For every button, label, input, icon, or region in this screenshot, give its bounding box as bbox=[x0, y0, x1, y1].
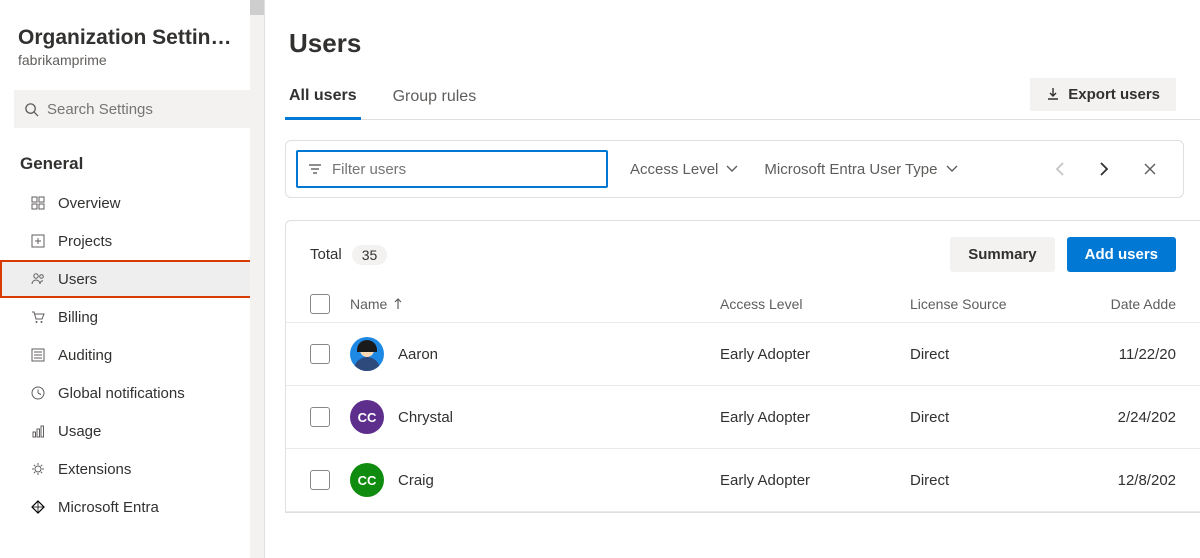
sort-asc-icon bbox=[393, 298, 403, 310]
prev-page-button[interactable] bbox=[1055, 161, 1075, 177]
tab-row: All users Group rules Export users bbox=[285, 77, 1200, 120]
sidebar-item-label: Billing bbox=[58, 309, 98, 326]
next-page-button[interactable] bbox=[1099, 161, 1119, 177]
row-checkbox[interactable] bbox=[310, 407, 330, 427]
avatar: CC bbox=[350, 400, 384, 434]
chevron-down-icon bbox=[726, 165, 738, 173]
user-name: Craig bbox=[398, 472, 434, 489]
table-row[interactable]: Aaron Early AdopterDirect11/22/20 bbox=[286, 323, 1200, 386]
sidebar-item-overview[interactable]: Overview bbox=[0, 184, 264, 222]
grid-icon bbox=[30, 196, 46, 210]
cart-icon bbox=[30, 310, 46, 324]
user-date-added: 12/8/202 bbox=[1070, 472, 1176, 489]
avatar bbox=[350, 337, 384, 371]
page-title: Users bbox=[285, 28, 1200, 59]
sidebar-item-users[interactable]: Users bbox=[0, 260, 264, 298]
column-name[interactable]: Name bbox=[350, 296, 720, 312]
user-name: Chrystal bbox=[398, 409, 453, 426]
entra-user-type-label: Microsoft Entra User Type bbox=[764, 161, 937, 178]
users-card: Total 35 Summary Add users Name Access L… bbox=[285, 220, 1200, 513]
diamond-icon bbox=[30, 500, 46, 514]
total-count: 35 bbox=[352, 245, 388, 265]
main-content: Users All users Group rules Export users… bbox=[265, 0, 1200, 558]
list-icon bbox=[30, 348, 46, 362]
access-level-label: Access Level bbox=[630, 161, 718, 178]
select-all-checkbox[interactable] bbox=[310, 294, 330, 314]
chevron-down-icon bbox=[946, 165, 958, 173]
sidebar-item-label: Projects bbox=[58, 233, 112, 250]
user-license-source: Direct bbox=[910, 409, 1070, 426]
filter-users-input[interactable] bbox=[332, 161, 596, 178]
table-row[interactable]: CC Chrystal Early AdopterDirect2/24/202 bbox=[286, 386, 1200, 449]
user-date-added: 11/22/20 bbox=[1070, 346, 1176, 363]
search-settings-input[interactable] bbox=[47, 101, 240, 118]
people-icon bbox=[30, 272, 46, 286]
user-access-level: Early Adopter bbox=[720, 409, 910, 426]
sidebar-item-usage[interactable]: Usage bbox=[0, 412, 264, 450]
entra-user-type-dropdown[interactable]: Microsoft Entra User Type bbox=[760, 155, 961, 184]
user-access-level: Early Adopter bbox=[720, 472, 910, 489]
sidebar-item-label: Overview bbox=[58, 195, 121, 212]
tab-all-users[interactable]: All users bbox=[285, 77, 361, 120]
avatar: CC bbox=[350, 463, 384, 497]
user-license-source: Direct bbox=[910, 346, 1070, 363]
table-row[interactable]: CC Craig Early AdopterDirect12/8/202 bbox=[286, 449, 1200, 512]
sidebar-subtitle: fabrikamprime bbox=[18, 52, 246, 68]
column-date-added[interactable]: Date Adde bbox=[1070, 296, 1176, 312]
add-users-button[interactable]: Add users bbox=[1067, 237, 1176, 272]
access-level-dropdown[interactable]: Access Level bbox=[626, 155, 742, 184]
total-label: Total bbox=[310, 246, 342, 263]
table-header: Name Access Level License Source Date Ad… bbox=[286, 286, 1200, 323]
search-settings[interactable] bbox=[14, 90, 250, 128]
filter-bar: Access Level Microsoft Entra User Type bbox=[285, 140, 1184, 198]
user-name: Aaron bbox=[398, 346, 438, 363]
export-users-button[interactable]: Export users bbox=[1030, 78, 1176, 111]
sidebar-item-entra[interactable]: Microsoft Entra bbox=[0, 488, 264, 526]
scrollbar[interactable] bbox=[250, 0, 264, 558]
sidebar-item-label: Auditing bbox=[58, 347, 112, 364]
filter-users-input-wrap[interactable] bbox=[296, 150, 608, 188]
sidebar-item-projects[interactable]: Projects bbox=[0, 222, 264, 260]
column-access-level[interactable]: Access Level bbox=[720, 296, 910, 312]
search-icon bbox=[24, 102, 39, 117]
sidebar-title: Organization Settin… bbox=[18, 26, 238, 50]
download-icon bbox=[1046, 87, 1060, 101]
summary-button[interactable]: Summary bbox=[950, 237, 1054, 272]
sidebar-item-label: Users bbox=[58, 271, 97, 288]
column-name-label: Name bbox=[350, 296, 387, 312]
column-license-source[interactable]: License Source bbox=[910, 296, 1070, 312]
user-access-level: Early Adopter bbox=[720, 346, 910, 363]
sidebar-item-label: Global notifications bbox=[58, 385, 185, 402]
chart-icon bbox=[30, 424, 46, 438]
user-license-source: Direct bbox=[910, 472, 1070, 489]
sidebar-item-label: Microsoft Entra bbox=[58, 499, 159, 516]
filter-icon bbox=[308, 163, 322, 175]
gear-icon bbox=[30, 462, 46, 476]
sidebar: Organization Settin… fabrikamprime Gener… bbox=[0, 0, 265, 558]
sidebar-item-billing[interactable]: Billing bbox=[0, 298, 264, 336]
sidebar-section-general: General bbox=[0, 128, 264, 184]
sidebar-item-auditing[interactable]: Auditing bbox=[0, 336, 264, 374]
sidebar-item-global-notifications[interactable]: Global notifications bbox=[0, 374, 264, 412]
row-checkbox[interactable] bbox=[310, 470, 330, 490]
user-date-added: 2/24/202 bbox=[1070, 409, 1176, 426]
sidebar-item-label: Usage bbox=[58, 423, 101, 440]
plus-box-icon bbox=[30, 234, 46, 248]
clock-icon bbox=[30, 386, 46, 400]
sidebar-item-extensions[interactable]: Extensions bbox=[0, 450, 264, 488]
tab-group-rules[interactable]: Group rules bbox=[389, 78, 481, 118]
clear-filter-button[interactable] bbox=[1143, 162, 1163, 176]
export-users-label: Export users bbox=[1068, 86, 1160, 103]
row-checkbox[interactable] bbox=[310, 344, 330, 364]
sidebar-item-label: Extensions bbox=[58, 461, 131, 478]
